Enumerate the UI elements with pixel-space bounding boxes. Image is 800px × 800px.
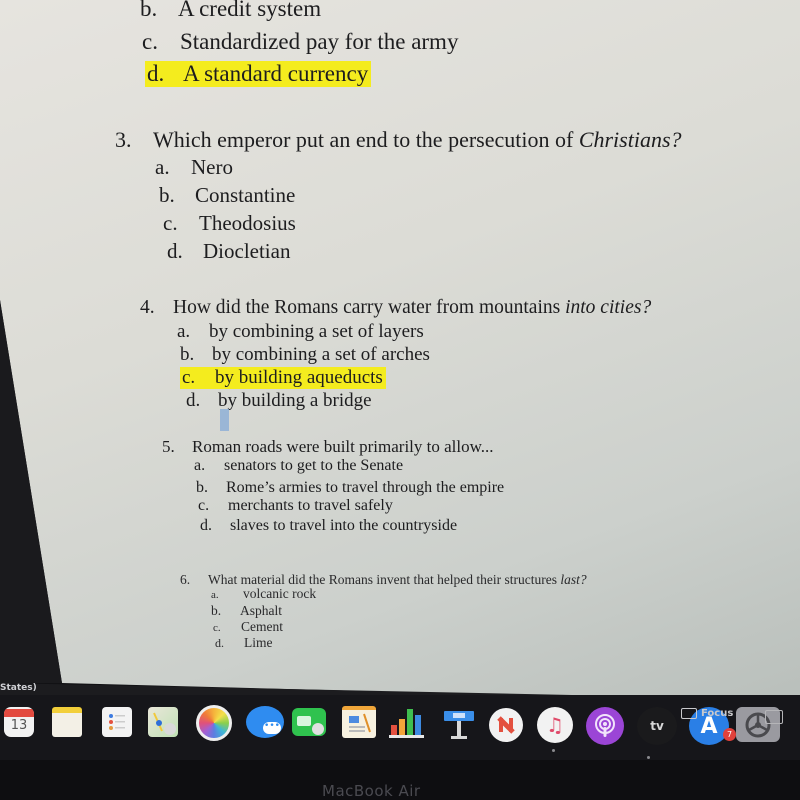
apple-tv-app-icon[interactable]: tv bbox=[637, 707, 677, 745]
notes-app-icon[interactable] bbox=[52, 707, 82, 737]
q2-option-c: c. Standardized pay for the army bbox=[142, 29, 459, 54]
podcasts-app-icon[interactable] bbox=[586, 707, 624, 745]
messages-bubble-glyph: ••• bbox=[263, 722, 281, 734]
dock: 13 ••• ♫ tv A bbox=[0, 695, 800, 760]
q6-option-c: c. Cement bbox=[213, 619, 283, 634]
q6-option-a: a. volcanic rock bbox=[211, 586, 317, 601]
q2-option-b: b. A credit system bbox=[140, 0, 322, 21]
maps-app-icon[interactable] bbox=[148, 707, 178, 737]
maps-glyph bbox=[153, 712, 176, 735]
news-app-icon[interactable] bbox=[489, 708, 523, 742]
reminders-list-glyph bbox=[109, 714, 125, 730]
keynote-podium-glyph bbox=[444, 711, 474, 739]
text-cursor[interactable] bbox=[220, 409, 229, 431]
q4-option-d: d. by building a bridge bbox=[186, 390, 372, 411]
q5-option-a: a. senators to get to the Senate bbox=[194, 457, 404, 474]
status-strip-text: States) bbox=[0, 683, 37, 693]
question-5-stem: 5. Roman roads were built primarily to al… bbox=[162, 437, 494, 456]
question-3-stem: 3. Which emperor put an end to the persec… bbox=[115, 127, 682, 152]
device-label: MacBook Air bbox=[322, 782, 421, 800]
keynote-app-icon[interactable] bbox=[442, 709, 476, 743]
question-4: 4. How did the Romans carry water from mo… bbox=[140, 297, 652, 411]
q4-option-b: b. by combining a set of arches bbox=[180, 344, 430, 365]
calendar-header bbox=[4, 709, 34, 717]
pages-app-icon[interactable] bbox=[342, 706, 376, 738]
numbers-bar-chart-glyph bbox=[389, 709, 424, 738]
q4-option-c-highlighted: c. by building aqueducts bbox=[180, 367, 386, 389]
document-page: b. A credit system c. Standardized pay for… bbox=[0, 0, 800, 700]
q6-option-d: d. Lime bbox=[215, 635, 273, 650]
app-store-notification-badge: 7 bbox=[723, 728, 736, 741]
q5-option-b: b. Rome’s armies to travel through the em… bbox=[196, 479, 505, 496]
q5-option-c: c. merchants to travel safely bbox=[198, 497, 393, 514]
focus-icon bbox=[681, 708, 697, 719]
focus-indicator[interactable]: Focus bbox=[681, 708, 733, 719]
question-6: 6. What material did the Romans invent th… bbox=[180, 572, 587, 650]
q6-option-b: b. Asphalt bbox=[211, 603, 282, 618]
music-running-indicator bbox=[552, 749, 555, 752]
question-5: 5. Roman roads were built primarily to al… bbox=[162, 437, 504, 534]
calendar-app-icon[interactable]: 13 bbox=[4, 707, 34, 737]
q3-option-a: a. Nero bbox=[155, 155, 233, 179]
calendar-day: 13 bbox=[10, 718, 28, 733]
music-app-icon[interactable]: ♫ bbox=[537, 707, 573, 743]
q3-option-d: d. Diocletian bbox=[167, 239, 291, 263]
q5-option-d: d. slaves to travel into the countryside bbox=[200, 517, 458, 534]
question-3: 3. Which emperor put an end to the persec… bbox=[115, 127, 682, 263]
apple-tv-label: tv bbox=[650, 719, 664, 733]
numbers-app-icon[interactable] bbox=[388, 707, 426, 739]
news-glyph bbox=[497, 716, 515, 734]
q2-option-d-highlighted: d. A standard currency bbox=[145, 61, 372, 87]
reminders-app-icon[interactable] bbox=[102, 707, 132, 737]
control-center-icon[interactable] bbox=[765, 710, 783, 724]
q3-option-b: b. Constantine bbox=[159, 183, 296, 207]
q4-option-a: a. by combining a set of layers bbox=[177, 321, 424, 342]
photos-app-icon[interactable] bbox=[196, 705, 232, 741]
music-note-glyph: ♫ bbox=[546, 713, 564, 737]
facetime-camera-glyph bbox=[297, 716, 324, 735]
q3-option-c: c. Theodosius bbox=[163, 211, 296, 235]
podcasts-glyph bbox=[595, 714, 615, 737]
messages-app-icon[interactable]: ••• bbox=[246, 706, 284, 738]
tv-running-indicator bbox=[647, 756, 650, 759]
pages-glyph bbox=[349, 713, 371, 733]
question-4-stem: 4. How did the Romans carry water from mo… bbox=[140, 297, 652, 318]
facetime-app-icon[interactable] bbox=[292, 708, 326, 736]
